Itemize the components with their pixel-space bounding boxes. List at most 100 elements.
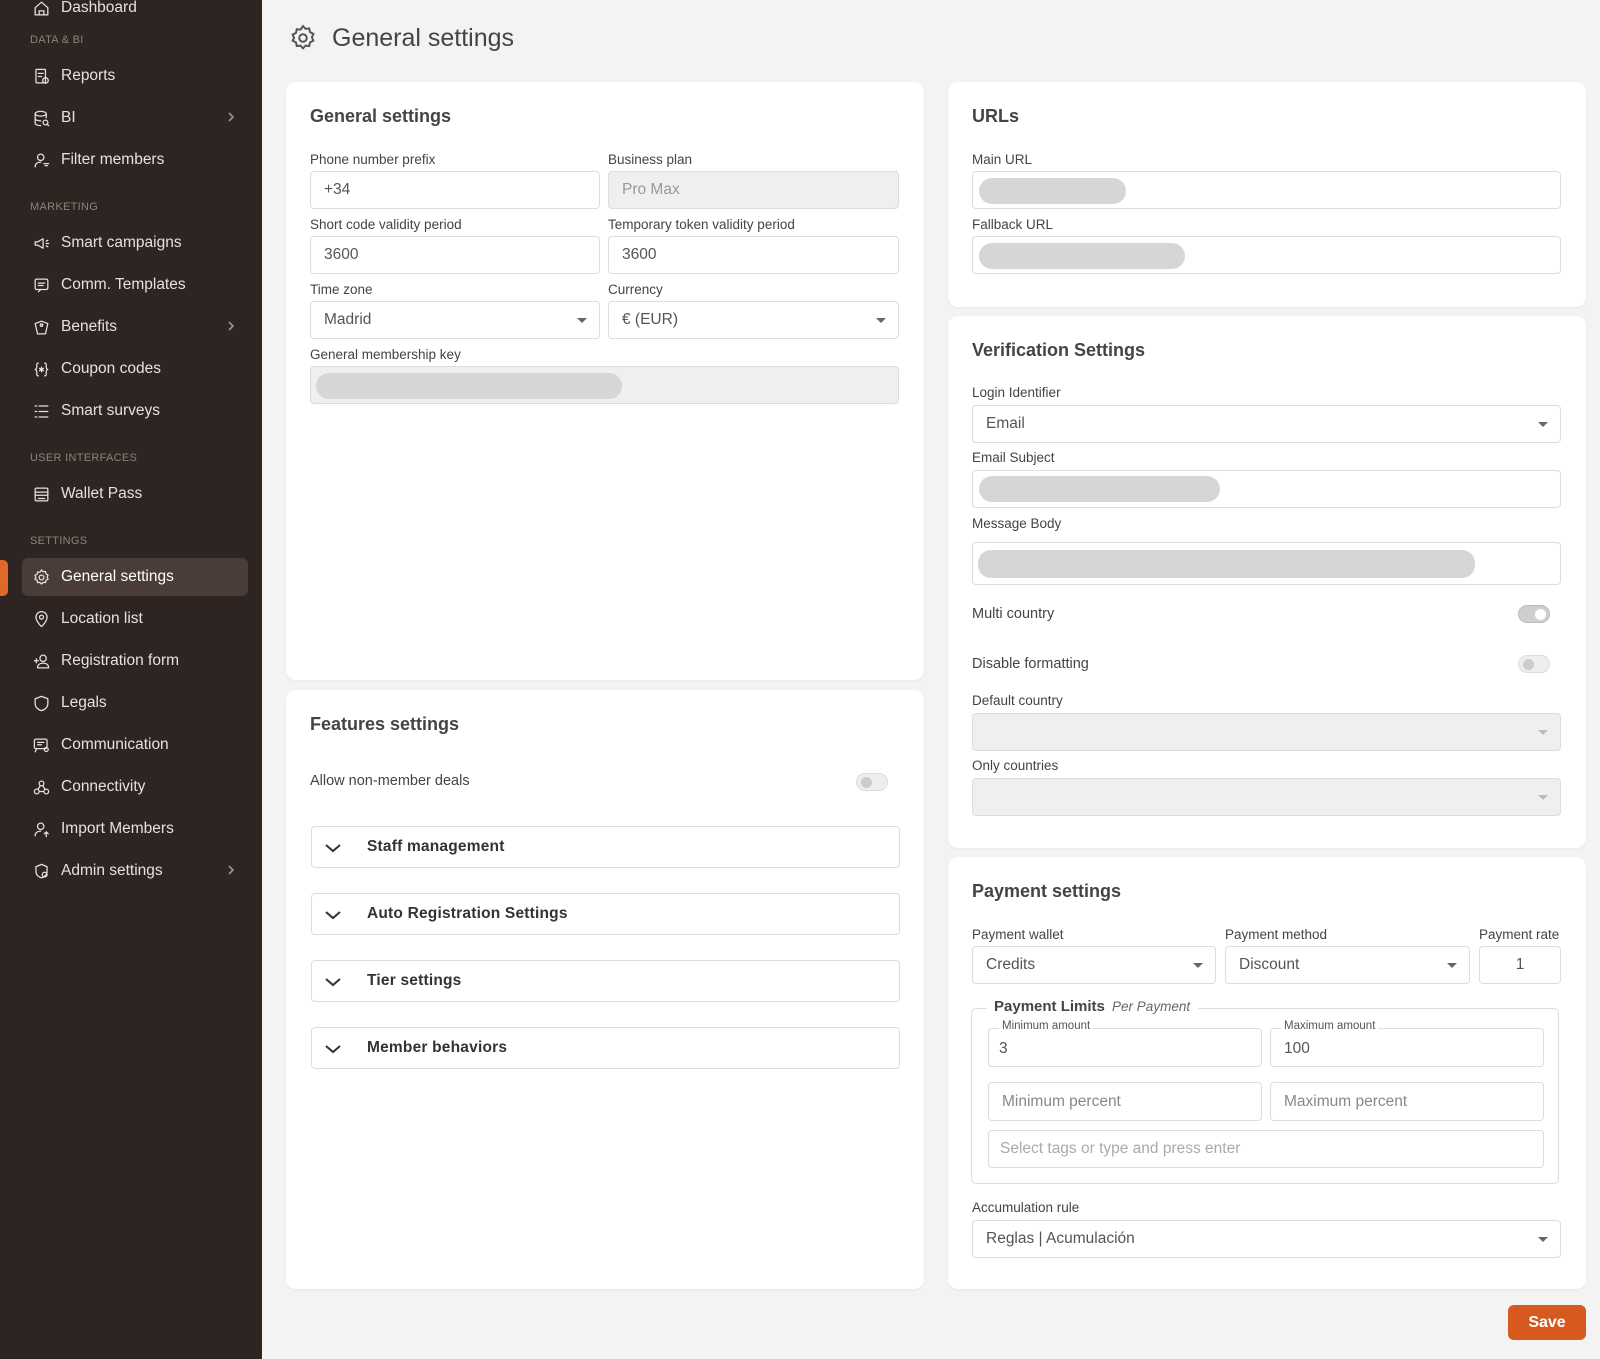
database-icon [31,108,51,128]
sidebar-section-title: SETTINGS [30,535,88,547]
sidebar-section-title: USER INTERFACES [30,452,138,464]
toggle-knob [861,777,872,788]
sidebar-item-label: General settings [61,568,174,585]
sidebar-item-coupon-codes[interactable]: Coupon codes [22,350,248,388]
input-value: 100 [1284,1039,1310,1057]
sidebar-item-admin-settings[interactable]: Admin settings [22,852,248,890]
connectivity-icon [31,777,51,797]
field-label: Default country [972,693,1063,708]
sidebar-item-dashboard[interactable]: Dashboard [22,0,248,27]
caret-down-icon [1447,963,1457,968]
field-label: Accumulation rule [972,1200,1080,1215]
input-value: 3600 [622,246,657,263]
input-value: 3 [999,1039,1008,1057]
default-country-select [972,713,1561,751]
sidebar-item-label: Reports [61,67,116,84]
caret-down-icon [577,318,587,323]
payment-method-select[interactable]: Discount [1225,946,1470,984]
only-countries-select [972,778,1561,816]
input-placeholder: Minimum percent [1002,1092,1121,1110]
sidebar-item-filter-members[interactable]: Filter members [22,141,248,179]
caret-down-icon [1538,1237,1548,1242]
accordion-tier-settings[interactable]: Tier settings [311,960,900,1002]
minimum-percent-input[interactable]: Minimum percent [988,1082,1262,1121]
user-add-icon [31,651,51,671]
select-value: Madrid [324,311,372,328]
sidebar: Dashboard DATA & BI Reports BI Filter me… [0,0,262,1359]
home-icon [31,0,51,18]
sidebar-item-location-list[interactable]: Location list [22,600,248,638]
minimum-amount-input[interactable]: 3 [988,1028,1262,1067]
sidebar-item-label: Dashboard [61,0,137,16]
short-code-validity-input[interactable]: 3600 [310,236,600,274]
card-title: Verification Settings [972,340,1146,360]
save-button[interactable]: Save [1508,1305,1586,1340]
sidebar-item-import-members[interactable]: Import Members [22,810,248,848]
sidebar-item-label: Admin settings [61,862,163,879]
login-identifier-select[interactable]: Email [972,405,1561,443]
input-value: Pro Max [622,181,680,198]
active-indicator [0,560,8,596]
chevron-right-icon [224,863,238,877]
loading-placeholder [979,476,1220,502]
sidebar-item-comm-templates[interactable]: Comm. Templates [22,266,248,304]
card-title: General settings [310,106,452,126]
input-placeholder: Maximum percent [1284,1092,1408,1110]
multi-country-toggle[interactable] [1518,605,1550,623]
maximum-percent-input[interactable]: Maximum percent [1270,1082,1544,1121]
loading-placeholder [979,243,1185,269]
field-label: Maximum amount [1281,1020,1379,1032]
sidebar-item-connectivity[interactable]: Connectivity [22,768,248,806]
accordion-auto-registration[interactable]: Auto Registration Settings [311,893,900,935]
timezone-select[interactable]: Madrid [310,301,600,339]
sidebar-item-label: Coupon codes [61,360,161,377]
accordion-staff-management[interactable]: Staff management [311,826,900,868]
sidebar-item-label: Comm. Templates [61,276,186,293]
disable-formatting-toggle[interactable] [1518,655,1550,673]
allow-non-member-toggle[interactable] [856,773,888,791]
field-label: Short code validity period [310,217,462,232]
caret-down-icon [1538,422,1548,427]
braces-icon [31,359,51,379]
list-icon [31,401,51,421]
maximum-amount-input[interactable]: 100 [1270,1028,1544,1067]
select-value: € (EUR) [622,311,678,328]
shield-icon [31,693,51,713]
sidebar-item-benefits[interactable]: Benefits [22,308,248,346]
temp-token-validity-input[interactable]: 3600 [608,236,899,274]
sidebar-item-smart-campaigns[interactable]: Smart campaigns [22,224,248,262]
loading-placeholder [316,373,622,399]
field-label: Main URL [972,152,1033,167]
sidebar-item-registration-form[interactable]: Registration form [22,642,248,680]
sidebar-item-label: Smart surveys [61,402,161,419]
payment-rate-input[interactable]: 1 [1479,946,1561,984]
chevron-down-icon [325,844,341,853]
accordion-member-behaviors[interactable]: Member behaviors [311,1027,900,1069]
location-pin-icon [31,609,51,629]
toggle-label: Allow non-member deals [310,773,470,789]
sidebar-item-wallet-pass[interactable]: Wallet Pass [22,475,248,513]
loading-placeholder [978,550,1475,578]
sidebar-item-smart-surveys[interactable]: Smart surveys [22,392,248,430]
user-import-icon [31,819,51,839]
sidebar-item-label: Filter members [61,151,165,168]
payment-wallet-select[interactable]: Credits [972,946,1216,984]
toggle-knob [1523,659,1534,670]
sidebar-item-general-settings[interactable]: General settings [22,558,248,596]
sidebar-item-legals[interactable]: Legals [22,684,248,722]
input-value: +34 [324,181,351,198]
page-header: General settings [288,20,514,56]
sidebar-item-communication[interactable]: Communication [22,726,248,764]
sidebar-item-reports[interactable]: Reports [22,57,248,95]
sidebar-item-bi[interactable]: BI [22,99,248,137]
accumulation-rule-select[interactable]: Reglas | Acumulación [972,1220,1561,1258]
sidebar-item-label: Smart campaigns [61,234,182,251]
field-label: Only countries [972,758,1059,773]
currency-select[interactable]: € (EUR) [608,301,899,339]
field-label: Fallback URL [972,217,1054,232]
tags-input[interactable]: Select tags or type and press enter [988,1130,1544,1168]
accordion-label: Staff management [367,838,505,855]
reports-icon [31,66,51,86]
page-title: General settings [332,23,515,52]
phone-prefix-input[interactable]: +34 [310,171,600,209]
